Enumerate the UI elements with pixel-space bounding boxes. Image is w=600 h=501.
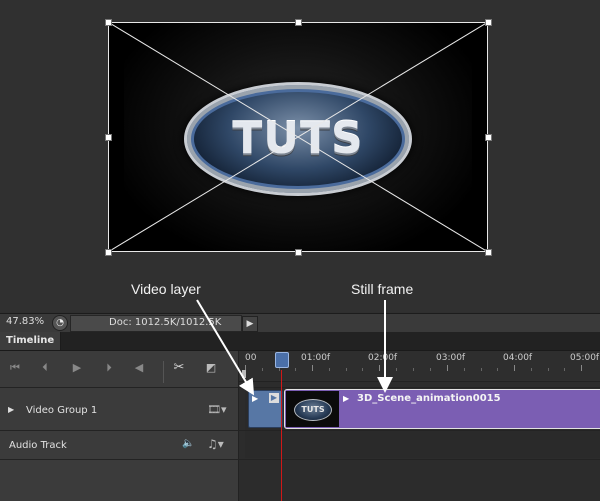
transform-handle-right[interactable]: [485, 134, 492, 141]
ruler-label: 00: [245, 353, 257, 363]
speaker-icon[interactable]: 🔈: [182, 438, 194, 449]
audio-track-label[interactable]: Audio Track: [9, 440, 67, 451]
video-clip[interactable]: TUTS ▶ 3D_Scene_animation0015: [284, 389, 600, 429]
transform-handle-top-left[interactable]: [105, 19, 112, 26]
expand-video-group-icon[interactable]: ▶: [8, 405, 14, 414]
ruler-label: 03:00f: [436, 353, 466, 363]
annotation-still-frame: Still frame: [351, 281, 414, 297]
doc-size-box: Doc: 1012.5K/1012.5K: [70, 315, 242, 332]
document-info-icon[interactable]: ◔: [52, 315, 68, 331]
transform-handle-top-right[interactable]: [485, 19, 492, 26]
step-forward-icon[interactable]: ⏵: [100, 359, 118, 377]
audio-mute-icon[interactable]: ◀: [130, 359, 148, 377]
time-ruler[interactable]: 00 01:00f 02:00f 03:00f 04:00f 05:00f: [239, 351, 600, 382]
transform-handle-top[interactable]: [295, 19, 302, 26]
ruler-label: 01:00f: [301, 353, 331, 363]
step-back-icon[interactable]: ⏴: [36, 359, 54, 377]
work-area-start-handle[interactable]: [242, 370, 246, 378]
playhead-line: [281, 370, 282, 501]
scissors-icon[interactable]: ✂: [170, 359, 188, 377]
transform-handle-bottom-right[interactable]: [485, 249, 492, 256]
thumbnail-logo: TUTS: [294, 399, 332, 421]
go-to-first-icon[interactable]: ⏮: [6, 359, 24, 377]
play-icon[interactable]: ▶: [68, 359, 86, 377]
frame-icon: ▶: [269, 393, 279, 403]
ruler-label: 05:00f: [570, 353, 600, 363]
transform-handle-bottom[interactable]: [295, 249, 302, 256]
playhead-handle[interactable]: [275, 352, 289, 368]
audio-track-lane[interactable]: [245, 431, 600, 458]
still-frame-clip[interactable]: ▶ ▶: [248, 390, 283, 428]
clip-thumbnail: TUTS: [286, 391, 339, 427]
free-transform-box[interactable]: [108, 22, 488, 252]
ruler-label: 02:00f: [368, 353, 398, 363]
annotation-video-layer: Video layer: [131, 281, 201, 297]
transform-handle-bottom-left[interactable]: [105, 249, 112, 256]
timeline-panel-header: Timeline: [0, 332, 600, 351]
status-bar: 47.83% ◔ Doc: 1012.5K/1012.5K ▶: [0, 313, 600, 332]
clip-name: 3D_Scene_animation0015: [357, 393, 501, 404]
toolbar-divider: [163, 361, 164, 383]
clip-expand-icon[interactable]: ▶: [343, 394, 349, 403]
status-menu-arrow-icon[interactable]: ▶: [242, 316, 258, 332]
clip-expand-icon[interactable]: ▶: [252, 394, 258, 403]
video-group-label[interactable]: Video Group 1: [26, 405, 97, 416]
tab-timeline[interactable]: Timeline: [0, 332, 62, 350]
film-icon[interactable]: 🎞▾: [207, 403, 227, 416]
timeline-controls: ⏮ ⏴ ▶ ⏵ ◀ ✂ ◩: [0, 351, 239, 501]
doc-size: Doc: 1012.5K/1012.5K: [109, 317, 222, 328]
ruler-label: 04:00f: [503, 353, 533, 363]
transition-icon[interactable]: ◩: [202, 359, 220, 377]
transform-handle-left[interactable]: [105, 134, 112, 141]
row-separator: [0, 459, 600, 460]
zoom-level[interactable]: 47.83%: [6, 316, 44, 327]
music-note-icon[interactable]: ♫▾: [207, 437, 224, 451]
